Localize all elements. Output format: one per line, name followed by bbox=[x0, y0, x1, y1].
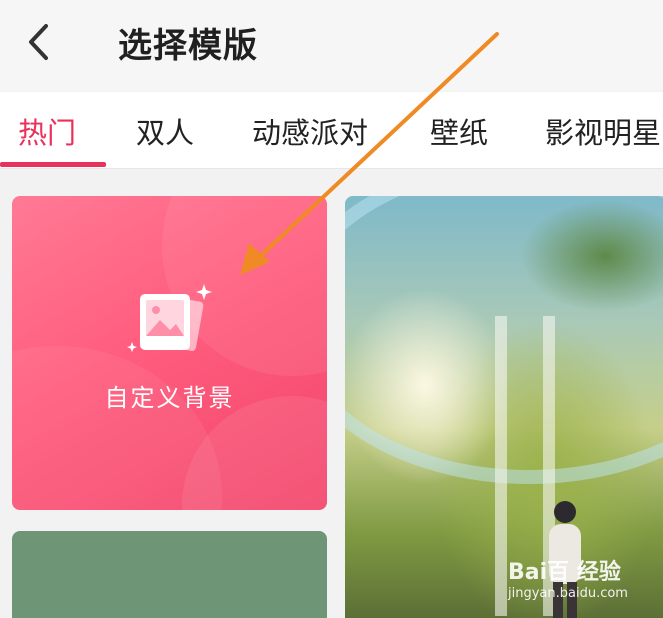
watermark-site: jingyan.baidu.com bbox=[508, 586, 628, 601]
tab-hot[interactable]: 热门 bbox=[18, 110, 76, 152]
watermark-brand: Bai百 经验 bbox=[508, 560, 621, 585]
page-title: 选择模版 bbox=[118, 26, 258, 66]
card-decoration bbox=[182, 396, 327, 510]
tab-celebrity[interactable]: 影视明星 bbox=[545, 110, 661, 152]
top-bar: 选择模版 bbox=[0, 0, 663, 90]
photo-detail bbox=[495, 316, 507, 616]
tab-duo[interactable]: 双人 bbox=[136, 110, 194, 152]
tab-wallpaper[interactable]: 壁纸 bbox=[430, 110, 488, 152]
active-tab-indicator bbox=[0, 162, 106, 167]
category-tabs: 热门 双人 动感派对 壁纸 影视明星 bbox=[0, 92, 663, 169]
chevron-left-icon bbox=[29, 24, 48, 60]
back-button[interactable] bbox=[22, 22, 62, 62]
tab-party[interactable]: 动感派对 bbox=[252, 110, 368, 152]
custom-background-card[interactable]: 自定义背景 bbox=[12, 196, 327, 510]
custom-background-label: 自定义背景 bbox=[104, 384, 235, 412]
image-add-icon bbox=[127, 284, 212, 352]
template-thumbnail-green[interactable] bbox=[12, 531, 327, 618]
baidu-jingyan-watermark: Bai百 经验 jingyan.baidu.com bbox=[508, 548, 658, 608]
